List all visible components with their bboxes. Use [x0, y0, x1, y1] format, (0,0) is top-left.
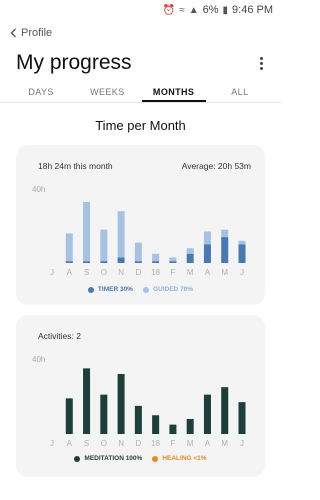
tab-months[interactable]: MONTHS — [141, 87, 206, 102]
time-chart: 40h J A S O N D 18 F M A M J — [32, 185, 246, 277]
section-title: Time per Month — [95, 118, 186, 133]
x-tick-label: S — [84, 268, 89, 277]
tab-all[interactable]: ALL — [208, 87, 272, 102]
bar-meditation-8 — [186, 419, 194, 434]
bar-timer-10 — [221, 237, 229, 263]
status-bar: ⏰ ≈ ▲ 6% ▮ 9:46 PM — [0, 0, 281, 20]
x-tick-label: O — [101, 268, 107, 277]
bar-meditation-4 — [117, 374, 125, 434]
chevron-left-icon — [10, 28, 16, 38]
battery-icon: ▮ — [222, 4, 229, 16]
bar-meditation-2 — [83, 368, 91, 434]
tab-days[interactable]: DAYS — [9, 87, 73, 102]
legend-guided-label: GUIDED 70% — [152, 286, 194, 293]
page-title: My progress — [16, 51, 132, 74]
legend-meditation-label: MEDITATION 100% — [84, 455, 143, 462]
title-row: My progress — [0, 46, 281, 80]
x-tick-label: N — [118, 439, 124, 448]
bar-meditation-5 — [134, 405, 142, 434]
legend-timer-swatch — [87, 286, 94, 293]
x-tick-label: A — [67, 268, 73, 277]
x-tick-label: D — [135, 439, 141, 448]
bar-meditation-11 — [238, 402, 246, 434]
tab-weeks[interactable]: WEEKS — [75, 87, 139, 102]
battery-level: 6% — [202, 4, 219, 16]
activity-chart-card: Activities: 2 40h J A S O N D 18 F M A M J MEDITATIO… — [16, 315, 265, 477]
legend-healing-label: HEALING <1% — [162, 455, 207, 462]
bar-guided-4 — [117, 211, 125, 258]
x-tick-label: M — [221, 268, 228, 277]
bar-guided-9 — [203, 231, 211, 245]
bar-guided-10 — [221, 229, 229, 238]
header: Profile — [0, 20, 281, 46]
signal-icon: ▲ — [188, 4, 199, 16]
bar-timer-3 — [100, 261, 108, 263]
bar-timer-1 — [65, 261, 73, 263]
legend-healing-swatch — [152, 455, 159, 462]
bar-timer-9 — [203, 244, 211, 263]
more-options-icon[interactable] — [256, 53, 267, 74]
bar-guided-3 — [100, 229, 108, 262]
x-tick-label: M — [221, 439, 228, 448]
legend-meditation: MEDITATION 100% — [74, 455, 142, 462]
x-tick-label: J — [240, 268, 244, 277]
x-tick-label: F — [170, 439, 175, 448]
bar-guided-6 — [152, 253, 160, 262]
activity-chart: 40h J A S O N D 18 F M A M J — [32, 355, 246, 448]
time-chart-legend: TIMER 30% GUIDED 70% — [16, 286, 265, 293]
bar-timer-11 — [238, 244, 246, 263]
legend-meditation-swatch — [74, 455, 81, 462]
bar-meditation-7 — [169, 424, 177, 434]
legend-guided: GUIDED 70% — [142, 286, 194, 293]
bar-timer-8 — [186, 253, 194, 263]
bar-meditation-10 — [221, 387, 229, 434]
x-tick-label: A — [205, 439, 211, 448]
activity-chart-legend: MEDITATION 100% HEALING <1% — [16, 455, 265, 462]
bar-timer-4 — [117, 257, 125, 263]
bar-meditation-3 — [100, 394, 108, 434]
x-tick-label: J — [240, 439, 244, 448]
x-tick-label: 18 — [151, 268, 160, 277]
bar-meditation-1 — [65, 398, 73, 434]
legend-timer-label: TIMER 30% — [97, 286, 133, 293]
x-tick-label: M — [187, 439, 194, 448]
x-tick-label: F — [170, 268, 175, 277]
wifi-icon: ≈ — [179, 4, 185, 16]
bar-timer-6 — [152, 261, 160, 263]
x-tick-label: D — [135, 268, 141, 277]
legend-healing: HEALING <1% — [152, 455, 207, 462]
bar-guided-2 — [83, 201, 91, 262]
x-tick-label: M — [187, 268, 194, 277]
bar-meditation-9 — [203, 394, 211, 434]
x-tick-label: 18 — [151, 439, 160, 448]
x-tick-label: N — [118, 268, 124, 277]
tab-bar: DAYS WEEKS MONTHS ALL — [0, 82, 281, 103]
bar-guided-1 — [65, 233, 73, 262]
y-tick-label: 40h — [32, 185, 45, 194]
back-label: Profile — [21, 27, 53, 39]
x-tick-label: J — [50, 439, 54, 448]
x-tick-label: A — [205, 268, 211, 277]
bar-meditation-6 — [152, 415, 160, 434]
x-tick-label: A — [67, 439, 73, 448]
legend-guided-swatch — [142, 286, 149, 293]
bar-guided-5 — [134, 242, 142, 262]
bar-guided-7 — [169, 257, 177, 262]
bar-guided-8 — [186, 248, 194, 254]
x-tick-label: O — [101, 439, 107, 448]
x-tick-label: J — [50, 268, 54, 277]
bar-timer-5 — [134, 261, 142, 263]
bar-timer-7 — [169, 261, 177, 263]
back-button[interactable]: Profile — [10, 27, 52, 39]
clock: 9:46 PM — [232, 4, 273, 16]
alarm-icon: ⏰ — [162, 4, 176, 16]
legend-timer: TIMER 30% — [87, 286, 133, 293]
x-tick-label: S — [84, 439, 89, 448]
bar-timer-2 — [83, 261, 91, 263]
bar-guided-11 — [238, 240, 246, 245]
y-tick-label: 40h — [32, 355, 45, 364]
time-chart-card: 18h 24m this month Average: 20h 53m 40h J… — [16, 145, 265, 305]
